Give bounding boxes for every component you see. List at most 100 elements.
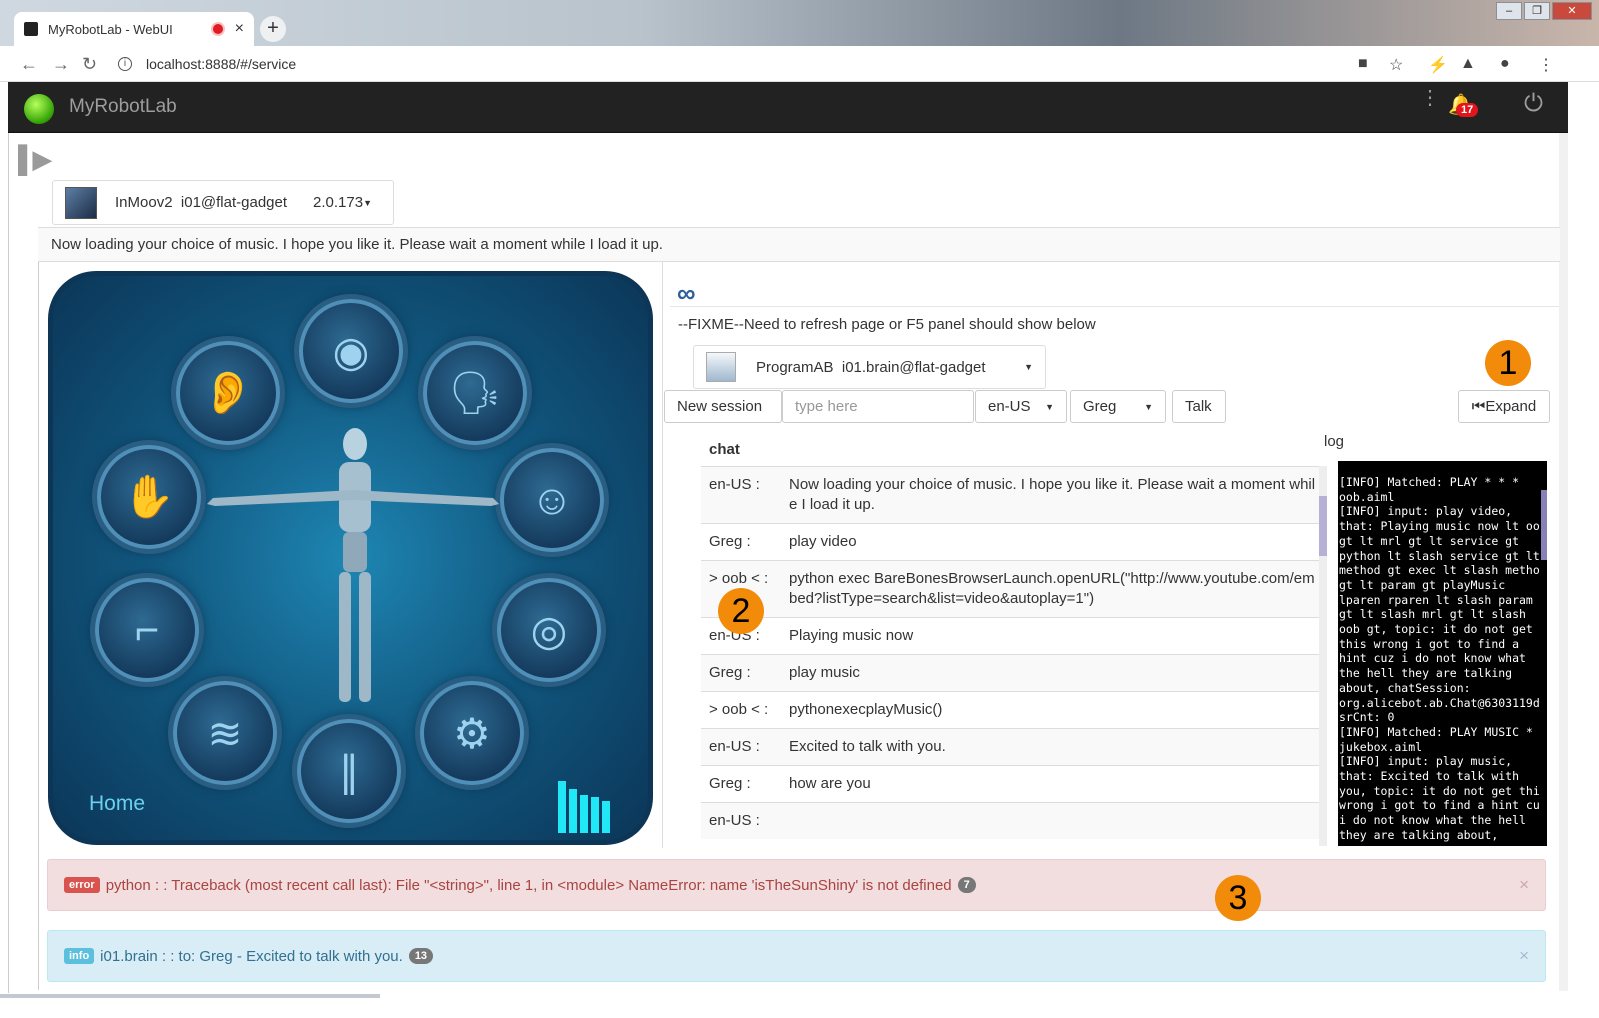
- profile-icon[interactable]: ●: [1500, 55, 1510, 73]
- sensor-icon[interactable]: ≋: [173, 681, 277, 785]
- ear-icon[interactable]: 👂: [176, 341, 280, 445]
- info-text: i01.brain : : to: Greg - Excited to talk…: [100, 947, 403, 965]
- window-close-button[interactable]: ✕: [1552, 2, 1592, 20]
- table-row: > oob < : python exec BareBonesBrowserLau…: [701, 560, 1319, 617]
- speaker: en-US :: [709, 812, 760, 829]
- speaker: Greg :: [709, 775, 751, 792]
- utterance: play music: [789, 664, 860, 681]
- power-icon[interactable]: ⏻: [1524, 90, 1543, 118]
- url-text: localhost:8888/#/service: [146, 56, 297, 72]
- robot-figure-icon: [339, 428, 371, 702]
- table-row: en-US :: [701, 802, 1319, 839]
- home-link[interactable]: Home: [89, 792, 145, 816]
- chevron-down-icon[interactable]: ▼: [363, 198, 372, 208]
- service-name: InMoov2: [115, 194, 173, 211]
- utterance: Now loading your choice of music. I hope…: [789, 476, 1316, 513]
- back-arrow-icon[interactable]: ←: [20, 54, 38, 75]
- info-label: info: [64, 948, 95, 964]
- error-alert: error python : : Traceback (most recent …: [47, 859, 1546, 911]
- table-row: en-US : Now loading your choice of music.…: [701, 466, 1319, 523]
- tab-title: MyRobotLab - WebUI: [48, 21, 173, 37]
- programab-service-header[interactable]: ProgramAB i01.brain@flat-gadget ▼: [693, 345, 1046, 389]
- utterance: [781, 803, 1319, 839]
- mouth-icon[interactable]: 🗣: [423, 341, 527, 445]
- panel-divider: [662, 262, 663, 848]
- inmoov-service-icon: [65, 186, 97, 219]
- url-field[interactable]: i localhost:8888/#/service: [118, 52, 1358, 76]
- new-session-button[interactable]: New session: [664, 390, 782, 423]
- chat-scrollbar-thumb[interactable]: [1319, 496, 1327, 556]
- callout-2: 2: [718, 588, 764, 634]
- browser-menu-icon[interactable]: ⋮: [1538, 55, 1554, 75]
- window-controls: – ❐ ✕: [1496, 2, 1592, 20]
- locale-select[interactable]: en-US ▼: [975, 390, 1067, 423]
- speaker: > oob < :: [709, 701, 769, 718]
- chevron-down-icon: ▼: [1045, 401, 1054, 412]
- head-icon[interactable]: ☺: [500, 448, 604, 552]
- settings-icon[interactable]: ⚙: [420, 681, 524, 785]
- bookmark-star-icon[interactable]: ☆: [1389, 55, 1403, 75]
- log-scrollbar-thumb[interactable]: [1541, 490, 1547, 560]
- callout-3: 3: [1215, 875, 1261, 921]
- angular-icon[interactable]: ▲: [1460, 55, 1476, 73]
- tab-close-button[interactable]: ×: [235, 20, 244, 38]
- extension-icon[interactable]: ⚡: [1428, 55, 1448, 75]
- service-version: 2.0.173: [313, 194, 364, 211]
- chat-table[interactable]: en-US : Now loading your choice of music.…: [701, 466, 1319, 846]
- utterance: Excited to talk with you.: [789, 738, 946, 755]
- left-rail: [8, 133, 9, 993]
- arm-icon[interactable]: ⌐: [95, 578, 199, 682]
- chat-column-header: chat: [709, 441, 740, 458]
- utterance: python exec BareBonesBrowserLaunch.openU…: [789, 570, 1315, 607]
- audio-level-icon: [558, 781, 610, 833]
- status-message: Now loading your choice of music. I hope…: [38, 227, 1560, 262]
- chain-link-icon[interactable]: ∞: [677, 278, 696, 309]
- utterance: pythonexecplayMusic(): [789, 701, 943, 718]
- speaker: en-US :: [709, 476, 760, 493]
- service-header[interactable]: InMoov2 i01@flat-gadget 2.0.173 ▼: [52, 180, 394, 225]
- torso-icon[interactable]: ◎: [497, 578, 601, 682]
- user-select[interactable]: Greg ▼: [1070, 390, 1166, 423]
- log-console[interactable]: [INFO] Matched: PLAY * * * oob.aiml [INF…: [1338, 461, 1547, 846]
- speaker: en-US :: [709, 738, 760, 755]
- close-icon[interactable]: ×: [1519, 946, 1529, 966]
- myrobotlab-logo-icon[interactable]: [24, 94, 54, 124]
- user-value: Greg: [1083, 398, 1117, 415]
- legs-icon[interactable]: ∥: [297, 719, 401, 823]
- info-alert: info i01.brain : : to: Greg - Excited to…: [47, 930, 1546, 982]
- notification-badge: 17: [1456, 103, 1479, 117]
- panel-toggle-icon[interactable]: ▌▶: [18, 144, 52, 175]
- brain-icon[interactable]: ◉: [299, 299, 403, 403]
- chevron-down-icon[interactable]: ▼: [1024, 362, 1033, 372]
- horizontal-scrollbar[interactable]: [0, 994, 380, 998]
- page-scrollbar[interactable]: [1559, 133, 1568, 991]
- error-text: python : : Traceback (most recent call l…: [105, 876, 952, 894]
- talk-button[interactable]: Talk: [1172, 390, 1226, 423]
- speaker: Greg :: [709, 664, 751, 681]
- table-row: en-US : Playing music now: [701, 617, 1319, 654]
- alice-service-icon: [706, 352, 736, 382]
- expand-button[interactable]: ⏮ Expand: [1458, 390, 1550, 423]
- utterance: Playing music now: [789, 627, 914, 644]
- minimize-button[interactable]: –: [1496, 2, 1522, 20]
- utterance: play video: [789, 533, 857, 550]
- chat-input[interactable]: type here: [782, 390, 974, 423]
- close-icon[interactable]: ×: [1519, 875, 1529, 895]
- utterance: how are you: [789, 775, 871, 792]
- error-count-badge: 7: [957, 877, 976, 893]
- expand-label: Expand: [1485, 398, 1537, 415]
- divider: [670, 306, 1559, 307]
- forward-arrow-icon[interactable]: →: [52, 54, 70, 75]
- new-tab-button[interactable]: +: [260, 16, 286, 42]
- site-info-icon[interactable]: i: [118, 57, 132, 71]
- reload-icon[interactable]: ↻: [82, 54, 97, 75]
- skip-back-icon: ⏮: [1471, 398, 1486, 415]
- browser-tab[interactable]: MyRobotLab - WebUI ×: [14, 12, 254, 46]
- more-menu-icon[interactable]: ⋮: [1420, 88, 1440, 108]
- app-brand[interactable]: MyRobotLab: [69, 96, 177, 118]
- hand-icon[interactable]: ✋: [97, 445, 201, 549]
- camera-icon[interactable]: ■: [1358, 55, 1368, 73]
- maximize-button[interactable]: ❐: [1524, 2, 1550, 20]
- programab-name: ProgramAB: [756, 358, 834, 376]
- table-row: Greg : how are you: [701, 765, 1319, 802]
